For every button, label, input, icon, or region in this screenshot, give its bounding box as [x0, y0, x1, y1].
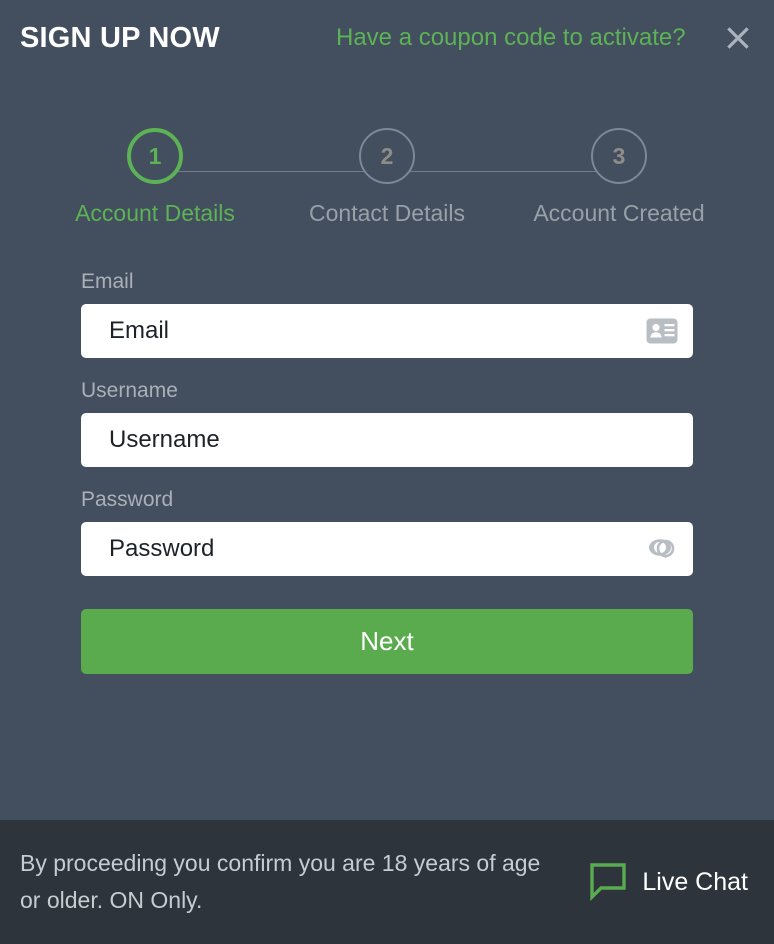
email-field-group: Email [81, 270, 693, 358]
modal-footer: By proceeding you confirm you are 18 yea… [0, 820, 774, 944]
step-circle-3: 3 [591, 128, 647, 184]
eye-reveal-password-icon[interactable] [645, 534, 679, 564]
email-label: Email [81, 270, 134, 293]
step-number-1: 1 [148, 142, 162, 169]
close-button[interactable] [720, 20, 756, 56]
signup-form: Email Username [0, 248, 774, 820]
modal-header: SIGN UP NOW Have a coupon code to activa… [0, 0, 774, 80]
username-input[interactable] [81, 413, 693, 467]
step-number-3: 3 [612, 142, 626, 169]
step-label-1: Account Details [75, 200, 235, 226]
step-circle-2: 2 [359, 128, 415, 184]
password-input[interactable] [81, 522, 693, 576]
live-chat-button[interactable]: Live Chat [587, 861, 748, 903]
email-input[interactable] [81, 304, 693, 358]
email-input-wrap[interactable] [81, 304, 693, 358]
stepper-step-account-details[interactable]: 1 Account Details [55, 128, 255, 227]
stepper-step-contact-details[interactable]: 2 Contact Details [287, 128, 487, 227]
username-label: Username [81, 379, 178, 402]
step-number-2: 2 [380, 142, 394, 169]
age-disclaimer: By proceeding you confirm you are 18 yea… [20, 850, 541, 913]
password-field-group: Password [81, 488, 693, 576]
close-icon [723, 23, 753, 53]
live-chat-label: Live Chat [642, 867, 748, 896]
stepper-step-account-created[interactable]: 3 Account Created [519, 128, 719, 227]
speech-bubble-icon [587, 861, 629, 903]
step-circle-1: 1 [127, 128, 183, 184]
signup-modal: SIGN UP NOW Have a coupon code to activa… [0, 0, 774, 944]
username-input-wrap[interactable] [81, 413, 693, 467]
page-title: SIGN UP NOW [20, 22, 220, 54]
step-label-3: Account Created [533, 200, 705, 226]
contact-card-icon[interactable] [645, 316, 679, 346]
username-field-group: Username [81, 379, 693, 467]
coupon-code-link[interactable]: Have a coupon code to activate? [336, 24, 686, 52]
password-input-wrap[interactable] [81, 522, 693, 576]
next-button[interactable]: Next [81, 609, 693, 674]
step-label-2: Contact Details [309, 200, 465, 226]
progress-stepper: 1 Account Details 2 Contact Details 3 Ac… [0, 128, 774, 248]
password-label: Password [81, 488, 174, 511]
